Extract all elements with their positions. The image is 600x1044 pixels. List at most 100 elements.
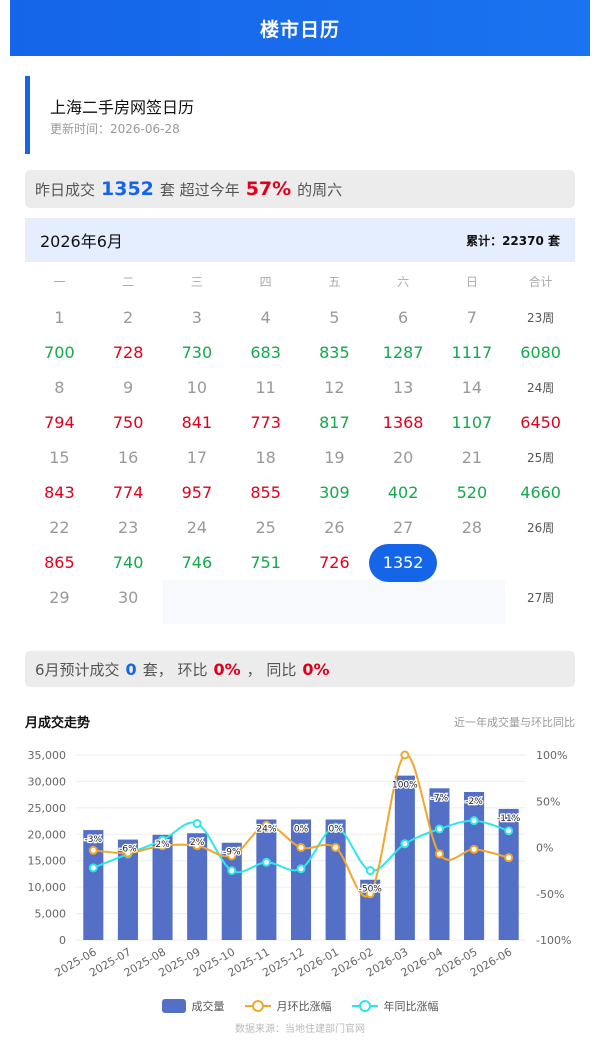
mom-data-label: -9% [223, 848, 241, 858]
calendar-day-number[interactable]: 6 [369, 300, 438, 335]
calendar-day-number[interactable]: 29 [25, 580, 94, 615]
calendar-day-cell[interactable]: 1352 [369, 543, 438, 582]
calendar-day-number[interactable]: 24 [163, 510, 232, 545]
calendar-day-cell[interactable]: 1287 [369, 335, 438, 370]
day-deal-count: 683 [250, 343, 281, 362]
day-deal-count: 1117 [451, 343, 493, 362]
calendar-day-number[interactable]: 25 [231, 510, 300, 545]
calendar-day-cell[interactable]: 835 [300, 335, 369, 370]
calendar-day-number[interactable]: 8 [25, 370, 94, 405]
calendar-day-number[interactable]: 9 [94, 370, 163, 405]
app-title: 楼市日历 [259, 18, 340, 41]
calendar-day-cell[interactable]: 746 [163, 545, 232, 580]
calendar-day-number[interactable]: 21 [438, 440, 507, 475]
calendar-day-number[interactable]: 1 [25, 300, 94, 335]
calendar-day-number[interactable]: 22 [25, 510, 94, 545]
legend-item-mom[interactable]: 月环比涨幅 [244, 998, 332, 1014]
banner-prefix: 昨日成交 [35, 180, 96, 199]
legend-item-volume[interactable]: 成交量 [161, 998, 225, 1014]
calendar-day-number[interactable]: 5 [300, 300, 369, 335]
calendar-day-number[interactable]: 20 [369, 440, 438, 475]
calendar-day-cell[interactable]: 957 [163, 475, 232, 510]
calendar-day-cell[interactable]: 726 [300, 545, 369, 580]
legend-item-yoy[interactable]: 年同比涨幅 [351, 998, 439, 1014]
calendar-day-cell[interactable]: 794 [25, 405, 94, 440]
monthly-trend-chart: 0 5,000 10,000 15,000 20,000 25,000 30,000 35,0… [28, 749, 572, 980]
calendar-day-number[interactable]: 23 [94, 510, 163, 545]
calendar-grid: 一二三四五六日合计 1 2 3 4 5 6 7 23周 700 728 730 683 835 1287 11… [25, 262, 575, 615]
calendar-day-number[interactable]: 30 [94, 580, 163, 615]
week-label: 23周 [526, 311, 555, 325]
bar-volume [464, 792, 485, 940]
predict-sep: ， 同比 [246, 660, 297, 679]
calendar-day-cell[interactable]: 841 [163, 405, 232, 440]
calendar-day-cell[interactable]: 865 [25, 545, 94, 580]
y-right-tick-label: -50% [536, 888, 564, 901]
calendar-day-cell[interactable]: 700 [25, 335, 94, 370]
mom-data-label: 0% [328, 824, 343, 834]
calendar-day-cell[interactable]: 728 [94, 335, 163, 370]
calendar-day-cell[interactable]: 1107 [438, 405, 507, 440]
calendar-day-cell[interactable]: 855 [231, 475, 300, 510]
bar-volume [256, 819, 277, 940]
week-total: 4660 [520, 483, 561, 502]
calendar-day-number[interactable]: 26 [300, 510, 369, 545]
calendar-day-cell[interactable]: 843 [25, 475, 94, 510]
yoy-point [434, 824, 444, 834]
calendar-value-row: 794 750 841 773 817 1368 1107 6450 [25, 405, 575, 440]
calendar-day-cell[interactable]: 683 [231, 335, 300, 370]
day-deal-count: 740 [112, 553, 144, 572]
calendar-day-number[interactable]: 12 [300, 370, 369, 405]
day-deal-count: 726 [319, 553, 350, 572]
calendar-day-cell[interactable]: 773 [231, 405, 300, 440]
weekday-label: 五 [328, 274, 341, 289]
calendar-total: 累计：22370 套 [466, 233, 560, 248]
mom-data-label: 2% [190, 838, 205, 848]
calendar-header: 2026年6月 累计：22370 套 [25, 218, 575, 262]
calendar-day-cell[interactable]: 1368 [369, 405, 438, 440]
yoy-point [192, 818, 202, 828]
calendar-day-number[interactable]: 27 [369, 510, 438, 545]
predict-count: 0 [125, 659, 137, 679]
calendar-day-row: 8 9 10 11 12 13 14 24周 [25, 370, 575, 405]
day-deal-count: 817 [319, 413, 350, 432]
calendar-day-number[interactable]: 18 [231, 440, 300, 475]
calendar-day-number[interactable]: 4 [231, 300, 300, 335]
calendar-day-number[interactable]: 13 [369, 370, 438, 405]
legend-line-swatch [244, 999, 271, 1013]
calendar-day-cell[interactable]: 740 [94, 545, 163, 580]
calendar-day-number[interactable]: 16 [94, 440, 163, 475]
calendar-day-cell[interactable]: 730 [163, 335, 232, 370]
calendar-day-cell[interactable]: 520 [438, 475, 507, 510]
calendar-day-cell[interactable]: 750 [94, 405, 163, 440]
calendar-day-cell[interactable]: 751 [231, 545, 300, 580]
calendar-day-number[interactable]: 15 [25, 440, 94, 475]
update-time: 更新时间：2026-06-28 [50, 122, 180, 136]
weekday-label: 一 [53, 274, 66, 289]
calendar-day-number[interactable]: 11 [231, 370, 300, 405]
mom-point [469, 844, 479, 854]
calendar-day-cell[interactable]: 402 [369, 475, 438, 510]
weekday-label: 六 [397, 274, 410, 289]
day-deal-count: 957 [181, 483, 213, 502]
calendar-day-number[interactable]: 2 [94, 300, 163, 335]
calendar-day-cell[interactable]: 1117 [438, 335, 507, 370]
yoy-point [88, 863, 98, 873]
banner-unit: 套 超过今年 [159, 180, 240, 199]
calendar-day-number[interactable]: 28 [438, 510, 507, 545]
calendar-day-cell[interactable]: 817 [300, 405, 369, 440]
calendar-day-number[interactable]: 17 [163, 440, 232, 475]
legend-line-swatch [351, 999, 378, 1013]
calendar-day-number[interactable]: 7 [438, 300, 507, 335]
calendar-day-number[interactable]: 19 [300, 440, 369, 475]
page-title: 上海二手房网签日历 [50, 98, 195, 117]
calendar-day-number[interactable]: 3 [163, 300, 232, 335]
calendar-day-cell [438, 545, 507, 580]
trend-title: 月成交走势 [25, 716, 91, 731]
day-deal-count: 1368 [382, 413, 424, 432]
calendar-day-number[interactable]: 14 [438, 370, 507, 405]
mom-data-label: 24% [256, 824, 276, 834]
calendar-day-number[interactable]: 10 [163, 370, 232, 405]
calendar-day-cell[interactable]: 309 [300, 475, 369, 510]
calendar-day-cell[interactable]: 774 [94, 475, 163, 510]
